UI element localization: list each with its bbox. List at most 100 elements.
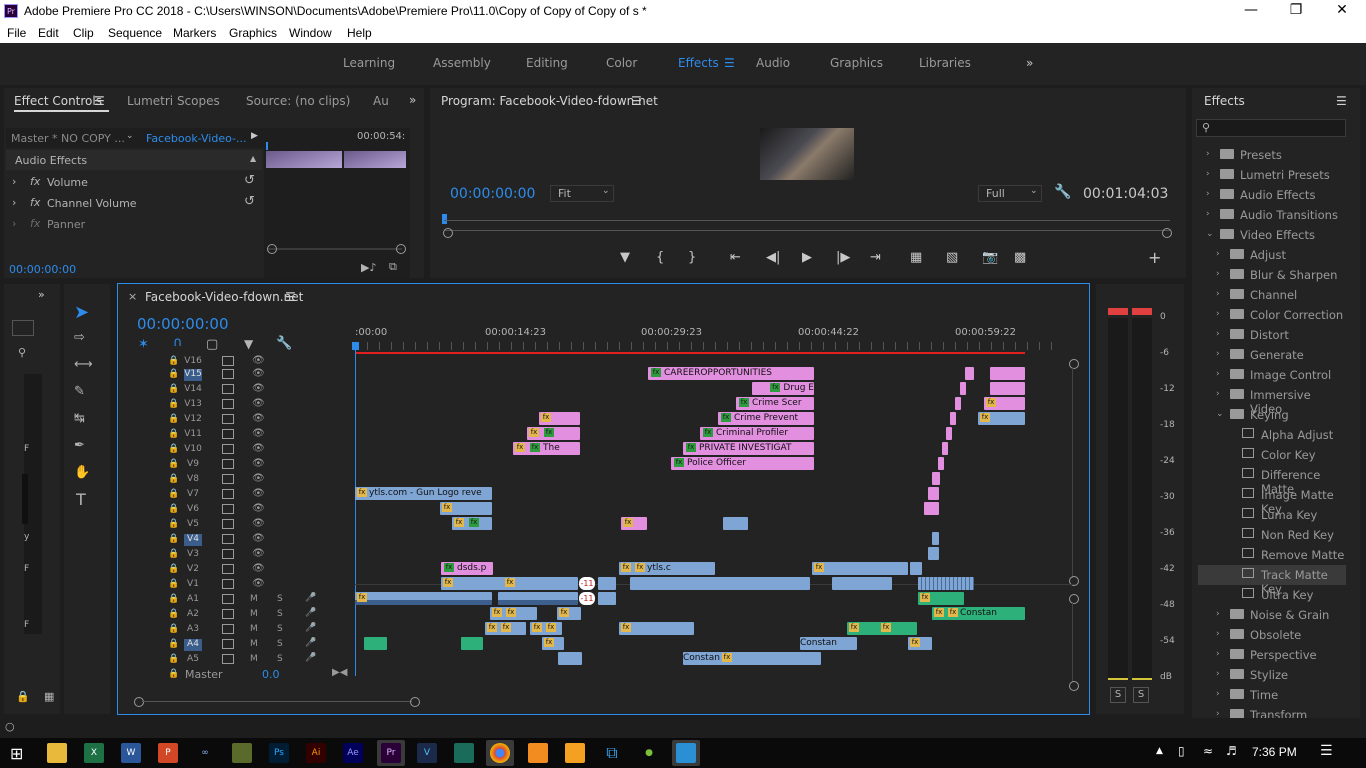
clip[interactable]	[598, 577, 616, 590]
workspace-libraries[interactable]: Libraries	[919, 56, 971, 70]
notifications-icon[interactable]: ☰	[1320, 743, 1333, 759]
slip-tool-icon[interactable]: ↹	[74, 411, 85, 426]
workspace-color[interactable]: Color	[606, 56, 637, 70]
clip[interactable]	[960, 382, 966, 395]
clip[interactable]	[950, 412, 956, 425]
clip-bar[interactable]	[344, 151, 406, 168]
chevron-down-icon[interactable]: ⌄	[1206, 229, 1214, 239]
lock-icon[interactable]: 🔒	[168, 534, 179, 544]
tray-expand-icon[interactable]: ▲	[1156, 746, 1163, 756]
razor-tool-icon[interactable]: ✎	[74, 384, 85, 399]
app-icon[interactable]: ●	[639, 743, 659, 763]
lock-icon[interactable]: 🔒	[168, 399, 179, 409]
eye-icon[interactable]: 👁	[252, 383, 265, 394]
lock-icon[interactable]: 🔒	[168, 654, 179, 664]
clip[interactable]: fx fx ytls.c	[619, 562, 715, 575]
chevron-right-icon[interactable]: ›	[1206, 189, 1210, 199]
step-back-icon[interactable]: ◀|	[766, 250, 780, 265]
zoom-handle[interactable]	[410, 697, 420, 707]
minimize-icon[interactable]: —	[1236, 2, 1266, 18]
sync-lock-icon[interactable]	[222, 399, 234, 409]
eye-icon[interactable]: 👁	[252, 413, 265, 424]
fx-icon[interactable]: fx	[30, 196, 40, 209]
effects-folder[interactable]: › Distort	[1198, 325, 1346, 345]
export-icon[interactable]: ⧉	[389, 260, 397, 274]
lock-icon[interactable]: 🔒	[168, 459, 179, 469]
clip[interactable]: fx Drug E	[752, 382, 814, 395]
audio-clip[interactable]	[598, 592, 616, 605]
app-icon[interactable]	[528, 743, 548, 763]
effects-folder[interactable]: › Noise & Grain	[1198, 605, 1346, 625]
mark-in-icon[interactable]: {	[656, 250, 664, 265]
expand-icon[interactable]: ›	[12, 217, 16, 230]
vertical-scrollbar[interactable]	[1072, 602, 1073, 682]
clip[interactable]	[928, 547, 939, 560]
chevron-right-icon[interactable]: ›	[1216, 249, 1220, 259]
clip-bar[interactable]	[266, 151, 342, 168]
clip[interactable]: fx Criminal Profiler	[700, 427, 814, 440]
track-name[interactable]: V2	[184, 564, 202, 576]
premiere-icon[interactable]: Pr	[381, 743, 401, 763]
clip[interactable]: fx	[539, 412, 580, 425]
effects-folder[interactable]: › Image Control	[1198, 365, 1346, 385]
track-name[interactable]: V14	[184, 384, 202, 396]
eye-icon[interactable]: 👁	[252, 488, 265, 499]
clip[interactable]	[910, 562, 922, 575]
zoom-handle[interactable]	[134, 697, 144, 707]
sync-lock-icon[interactable]	[222, 414, 234, 424]
chevron-right-icon[interactable]: ›	[1206, 169, 1210, 179]
sync-lock-icon[interactable]	[222, 654, 234, 664]
effect-item[interactable]: Color Key	[1198, 445, 1346, 465]
playhead[interactable]	[266, 142, 268, 150]
eye-icon[interactable]: 👁	[252, 578, 265, 589]
effects-folder[interactable]: ⌄ Keying	[1198, 405, 1346, 425]
selection-tool-icon[interactable]: ➤	[74, 302, 89, 323]
track-name[interactable]: V12	[184, 414, 202, 426]
lock-icon[interactable]: 🔒	[168, 504, 179, 514]
menu-window[interactable]: Window	[289, 26, 332, 40]
zoom-bar[interactable]	[142, 701, 412, 702]
eye-icon[interactable]: 👁	[252, 533, 265, 544]
audio-clip[interactable]: fx fx	[847, 622, 917, 635]
eye-icon[interactable]: 👁	[252, 428, 265, 439]
microphone-icon[interactable]: 🎤	[305, 593, 316, 603]
windows-start-icon[interactable]: ⊞	[10, 744, 23, 763]
track-name[interactable]: V6	[184, 504, 202, 516]
audio-clip[interactable]	[498, 592, 578, 605]
track-name[interactable]: V8	[184, 474, 202, 486]
clip[interactable]: fx dsds.p	[441, 562, 493, 575]
clip[interactable]	[990, 382, 1025, 395]
effects-folder[interactable]: › Audio Effects	[1198, 185, 1346, 205]
menu-markers[interactable]: Markers	[173, 26, 216, 40]
clip[interactable]: fx Crime Scer	[736, 397, 814, 410]
transition-badge[interactable]: -11	[579, 577, 595, 590]
sync-lock-icon[interactable]	[222, 564, 234, 574]
clip[interactable]	[946, 427, 952, 440]
lock-icon[interactable]: 🔒	[168, 444, 179, 454]
fit-dropdown[interactable]: Fit ⌄	[550, 185, 614, 202]
track-name[interactable]: V5	[184, 519, 202, 531]
sync-lock-icon[interactable]	[222, 489, 234, 499]
snap-icon[interactable]: ✶	[138, 337, 149, 352]
clip[interactable]: fx PRIVATE INVESTIGAT	[683, 442, 814, 455]
track-name[interactable]: A3	[184, 624, 202, 636]
expand-icon[interactable]: ›	[12, 175, 16, 188]
effects-folder[interactable]: › Channel	[1198, 285, 1346, 305]
timeline-tab[interactable]: Facebook-Video-fdown.net	[145, 290, 303, 304]
file-explorer-icon[interactable]	[47, 743, 67, 763]
chevron-right-icon[interactable]: ›	[1216, 309, 1220, 319]
chrome-icon[interactable]	[490, 743, 510, 763]
camera-icon[interactable]: 📷	[982, 250, 998, 265]
chevron-down-icon[interactable]: ⌄	[126, 131, 134, 141]
lock-icon[interactable]: 🔒	[16, 690, 30, 703]
effect-row-volume[interactable]: › fx Volume ↺	[6, 172, 264, 192]
zoom-bar[interactable]	[444, 230, 1170, 231]
after-effects-icon[interactable]: Ae	[343, 743, 363, 763]
effects-folder[interactable]: › Obsolete	[1198, 625, 1346, 645]
quality-dropdown[interactable]: Full ⌄	[978, 185, 1042, 202]
more-tabs-icon[interactable]: »	[409, 93, 416, 107]
solo-button[interactable]: S	[277, 594, 283, 604]
photos-icon[interactable]	[676, 743, 696, 763]
audio-clip[interactable]: Constan	[800, 637, 857, 650]
lock-icon[interactable]: 🔒	[168, 624, 179, 634]
